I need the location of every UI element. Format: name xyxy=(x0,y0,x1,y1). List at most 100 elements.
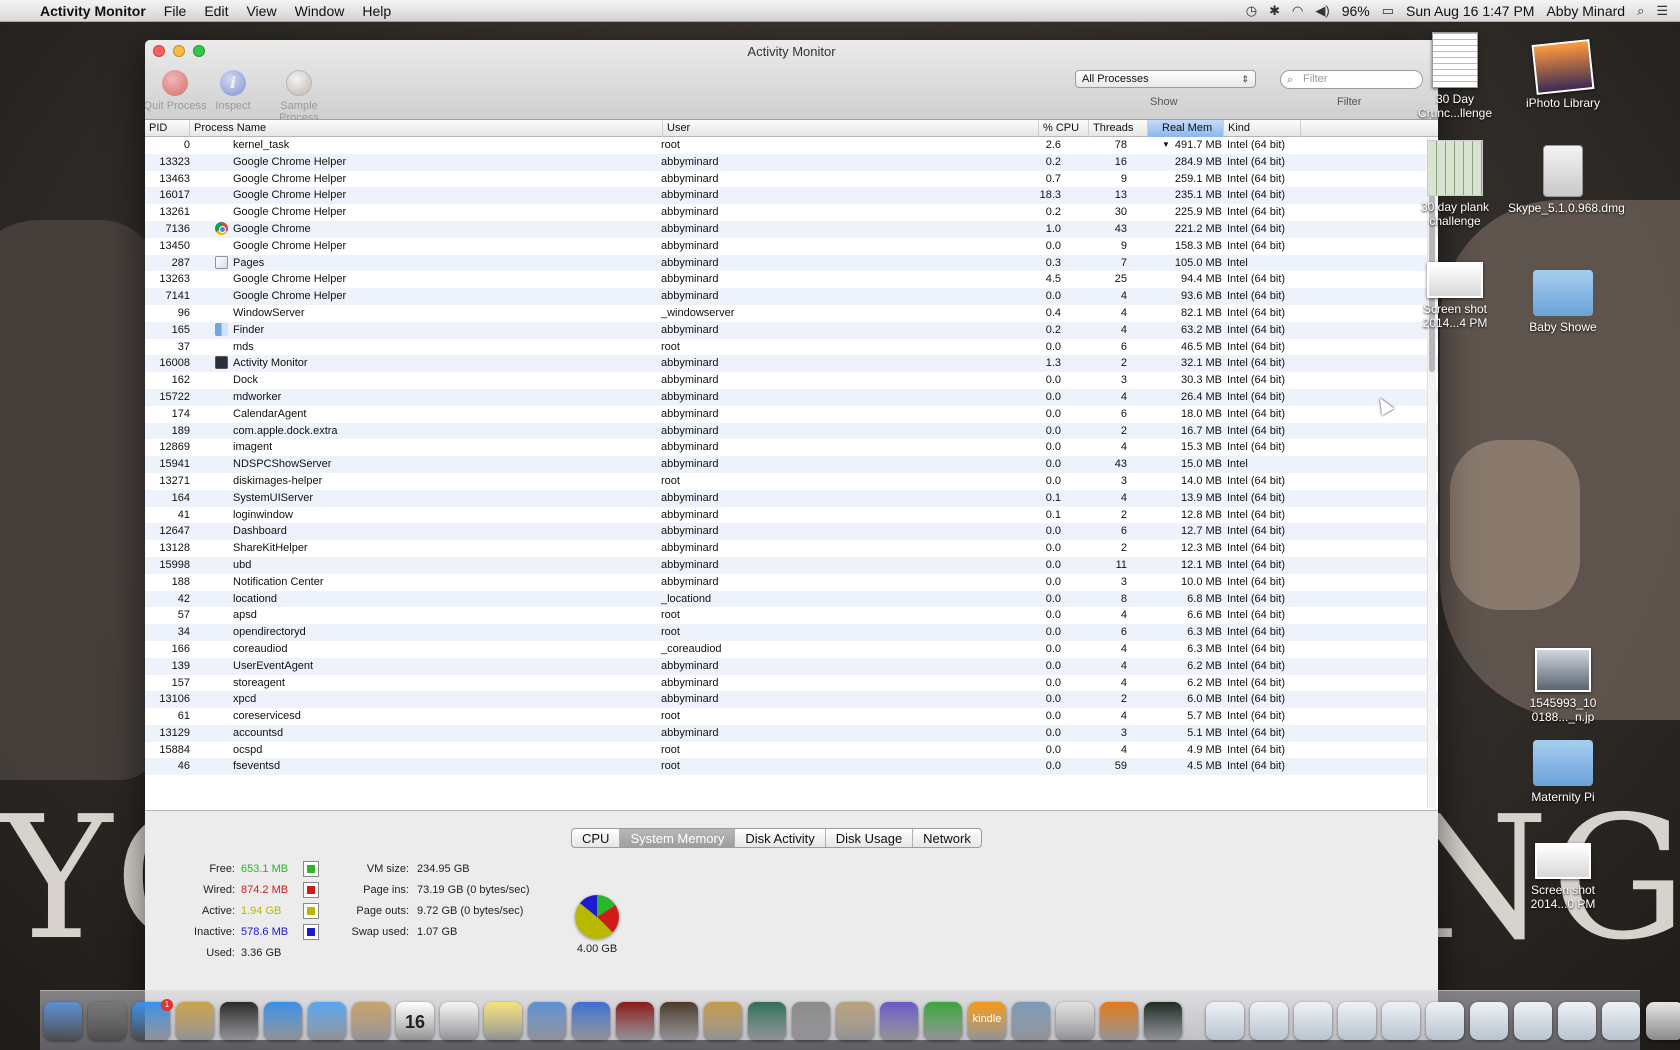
dock-activity-monitor-icon[interactable] xyxy=(1144,1001,1182,1040)
dock-stack-8-icon[interactable] xyxy=(1514,1001,1552,1040)
dock-photo-booth-icon[interactable] xyxy=(616,1001,654,1040)
tab-disk-usage[interactable]: Disk Usage xyxy=(826,829,914,847)
table-row[interactable]: 16017 Google Chrome Helper abbyminard 18.3 1… xyxy=(145,187,1438,205)
menu-file[interactable]: File xyxy=(164,3,187,19)
table-row[interactable]: 287 Pages abbyminard 0.3 7 105.0 MB Intel xyxy=(145,254,1438,272)
menu-window[interactable]: Window xyxy=(295,3,345,19)
table-row[interactable]: 13323 Google Chrome Helper abbyminard 0.2 16… xyxy=(145,153,1438,171)
table-row[interactable]: 164 SystemUIServer abbyminard 0.1 4 13.9 MB In… xyxy=(145,489,1438,507)
table-row[interactable]: 7136 Google Chrome abbyminard 1.0 43 221.2 MB… xyxy=(145,220,1438,238)
dock-pages-icon[interactable] xyxy=(880,1001,918,1040)
tab-network[interactable]: Network xyxy=(913,829,981,847)
table-row[interactable]: 13463 Google Chrome Helper abbyminard 0.7 9 2… xyxy=(145,171,1438,188)
spotlight-icon[interactable]: ⌕ xyxy=(1637,3,1644,19)
table-row[interactable]: 13128 ShareKitHelper abbyminard 0.0 2 12.3 MB… xyxy=(145,540,1438,557)
dock-stack-5-icon[interactable] xyxy=(1382,1001,1420,1040)
col-cpu[interactable]: % CPU xyxy=(1039,120,1089,137)
table-row[interactable]: 41 loginwindow abbyminard 0.1 2 12.8 MB Intel … xyxy=(145,507,1438,524)
table-row[interactable]: 13106 xpcd abbyminard 0.0 2 6.0 MB Intel (64 b… xyxy=(145,691,1438,709)
table-row[interactable]: 7141 Google Chrome Helper abbyminard 0.0 4 93… xyxy=(145,288,1438,305)
table-row[interactable]: 12869 imagent abbyminard 0.0 4 15.3 MB Intel (… xyxy=(145,439,1438,456)
table-row[interactable]: 34 opendirectoryd root 0.0 6 6.3 MB Intel (64 … xyxy=(145,624,1438,641)
dock-stack-4-icon[interactable] xyxy=(1338,1001,1376,1040)
desktop-icon[interactable]: Screen shot 2014...4 PM xyxy=(1400,262,1510,330)
menu-user[interactable]: Abby Minard xyxy=(1546,3,1625,19)
inactive-color-swatch[interactable] xyxy=(303,924,319,940)
table-row[interactable]: 0 kernel_task root 2.6 78 491.7 MB Intel (64 b… xyxy=(145,137,1438,154)
col-process-name[interactable]: Process Name xyxy=(190,120,663,137)
wired-color-swatch[interactable] xyxy=(303,882,319,898)
table-row[interactable]: 189 com.apple.dock.extra abbyminard 0.0 2 16.… xyxy=(145,422,1438,440)
col-pid[interactable]: PID xyxy=(145,120,190,137)
table-row[interactable]: 12647 Dashboard abbyminard 0.0 6 12.7 MB Intel… xyxy=(145,523,1438,541)
battery-icon[interactable]: ▭ xyxy=(1382,3,1394,19)
table-scrollbar[interactable] xyxy=(1427,138,1436,808)
col-real-mem[interactable]: Real Mem ▼ xyxy=(1148,120,1224,149)
table-row[interactable]: 57 apsd root 0.0 4 6.6 MB Intel (64 bit) xyxy=(145,607,1438,624)
dock-stack-7-icon[interactable] xyxy=(1470,1001,1508,1040)
dock-garageband-icon[interactable] xyxy=(704,1001,742,1040)
table-row[interactable]: 42 locationd _locationd 0.0 8 6.8 MB Intel (64… xyxy=(145,590,1438,608)
table-row[interactable]: 157 storeagent abbyminard 0.0 4 6.2 MB Intel (… xyxy=(145,675,1438,692)
dock-notes-icon[interactable] xyxy=(484,1001,522,1040)
table-row[interactable]: 165 Finder abbyminard 0.2 4 63.2 MB Intel (64 … xyxy=(145,321,1438,339)
battery-percent[interactable]: 96% xyxy=(1342,3,1370,19)
time-machine-menu-icon[interactable]: ◷ xyxy=(1246,3,1257,19)
dock-stack-3-icon[interactable] xyxy=(1294,1001,1332,1040)
table-row[interactable]: 37 mds root 0.0 6 46.5 MB Intel (64 bit) xyxy=(145,339,1438,356)
desktop-icon[interactable]: Baby Showe xyxy=(1508,270,1618,334)
tab-disk-activity[interactable]: Disk Activity xyxy=(735,829,826,847)
col-threads[interactable]: Threads xyxy=(1089,120,1148,137)
dock-launchpad-icon[interactable] xyxy=(88,1001,126,1040)
table-row[interactable]: 15884 ocspd root 0.0 4 4.9 MB Intel (64 bit) xyxy=(145,742,1438,759)
table-row[interactable]: 13450 Google Chrome Helper abbyminard 0.0 9 1… xyxy=(145,238,1438,255)
table-row[interactable]: 15722 mdworker abbyminard 0.0 4 26.4 MB Intel … xyxy=(145,388,1438,406)
dock-kindle-icon[interactable]: kindle xyxy=(968,1001,1006,1040)
menu-clock[interactable]: Sun Aug 16 1:47 PM xyxy=(1406,3,1534,19)
table-row[interactable]: 188 Notification Center abbyminard 0.0 3 10.0… xyxy=(145,574,1438,591)
menu-app-name[interactable]: Activity Monitor xyxy=(40,3,146,19)
dock-imovie-icon[interactable] xyxy=(660,1001,698,1040)
dock-itunes-icon[interactable] xyxy=(572,1001,610,1040)
table-row[interactable]: 13129 accountsd abbyminard 0.0 3 5.1 MB Intel … xyxy=(145,724,1438,742)
dock-iphoto-icon[interactable] xyxy=(528,1001,566,1040)
table-row[interactable]: 15941 NDSPCShowServer abbyminard 0.0 43 15.0 … xyxy=(145,456,1438,473)
table-row[interactable]: 46 fseventsd root 0.0 59 4.5 MB Intel (64 bit) xyxy=(145,758,1438,776)
show-processes-select[interactable]: All Processes ⇕ xyxy=(1075,70,1256,88)
bluetooth-icon[interactable]: ✱ xyxy=(1269,3,1280,19)
dock-reminders-icon[interactable] xyxy=(440,1001,478,1040)
volume-icon[interactable]: ◀) xyxy=(1315,3,1329,19)
desktop-icon[interactable]: 30 Day Crunc...llenge xyxy=(1400,32,1510,120)
dock-mail-stamp-icon[interactable] xyxy=(176,1001,214,1040)
dock-stack-10-icon[interactable] xyxy=(1602,1001,1640,1040)
desktop-icon[interactable]: iPhoto Library xyxy=(1508,39,1618,110)
table-row[interactable]: 162 Dock abbyminard 0.0 3 30.3 MB Intel (64 bi… xyxy=(145,372,1438,389)
col-kind[interactable]: Kind xyxy=(1224,120,1301,137)
table-row[interactable]: 96 WindowServer _windowserver 0.4 4 82.1 MB In… xyxy=(145,305,1438,322)
table-row[interactable]: 166 coreaudiod _coreaudiod 0.0 4 6.3 MB Intel … xyxy=(145,641,1438,658)
menu-help[interactable]: Help xyxy=(362,3,391,19)
dock-numbers-icon[interactable] xyxy=(924,1001,962,1040)
desktop-icon[interactable]: Screen shot 2014...0 PM xyxy=(1508,843,1618,911)
tab-cpu[interactable]: CPU xyxy=(572,829,621,847)
dock-system-preferences-icon[interactable] xyxy=(792,1001,830,1040)
desktop-icon[interactable]: Skype_5.1.0.968.dmg xyxy=(1508,145,1625,215)
table-row[interactable]: 174 CalendarAgent abbyminard 0.0 6 18.0 MB Int… xyxy=(145,406,1438,423)
wifi-icon[interactable]: ◠ xyxy=(1292,3,1303,19)
free-color-swatch[interactable] xyxy=(303,861,319,877)
dock-stack-1-icon[interactable] xyxy=(1206,1001,1244,1040)
table-row[interactable]: 13261 Google Chrome Helper abbyminard 0.2 30… xyxy=(145,204,1438,221)
dock-keynote-icon[interactable] xyxy=(836,1001,874,1040)
notification-center-icon[interactable]: ☰ xyxy=(1656,3,1668,19)
desktop-icon[interactable]: 30 day plank challenge xyxy=(1400,140,1510,228)
dock-finder-icon[interactable] xyxy=(44,1001,82,1040)
table-row[interactable]: 61 coreservicesd root 0.0 4 5.7 MB Intel (64 b… xyxy=(145,708,1438,725)
dock-calendar-icon[interactable]: 16 xyxy=(396,1001,434,1040)
dock-firefox-icon[interactable] xyxy=(1100,1001,1138,1040)
table-row[interactable]: 15998 ubd abbyminard 0.0 11 12.1 MB Intel (64 … xyxy=(145,556,1438,574)
dock-safari-icon[interactable] xyxy=(264,1001,302,1040)
menu-view[interactable]: View xyxy=(246,3,276,19)
dock-trash-icon[interactable] xyxy=(1646,1001,1680,1040)
desktop-icon[interactable]: Maternity Pi xyxy=(1508,740,1618,804)
dock-app-store-icon[interactable]: 1 xyxy=(132,998,173,1040)
